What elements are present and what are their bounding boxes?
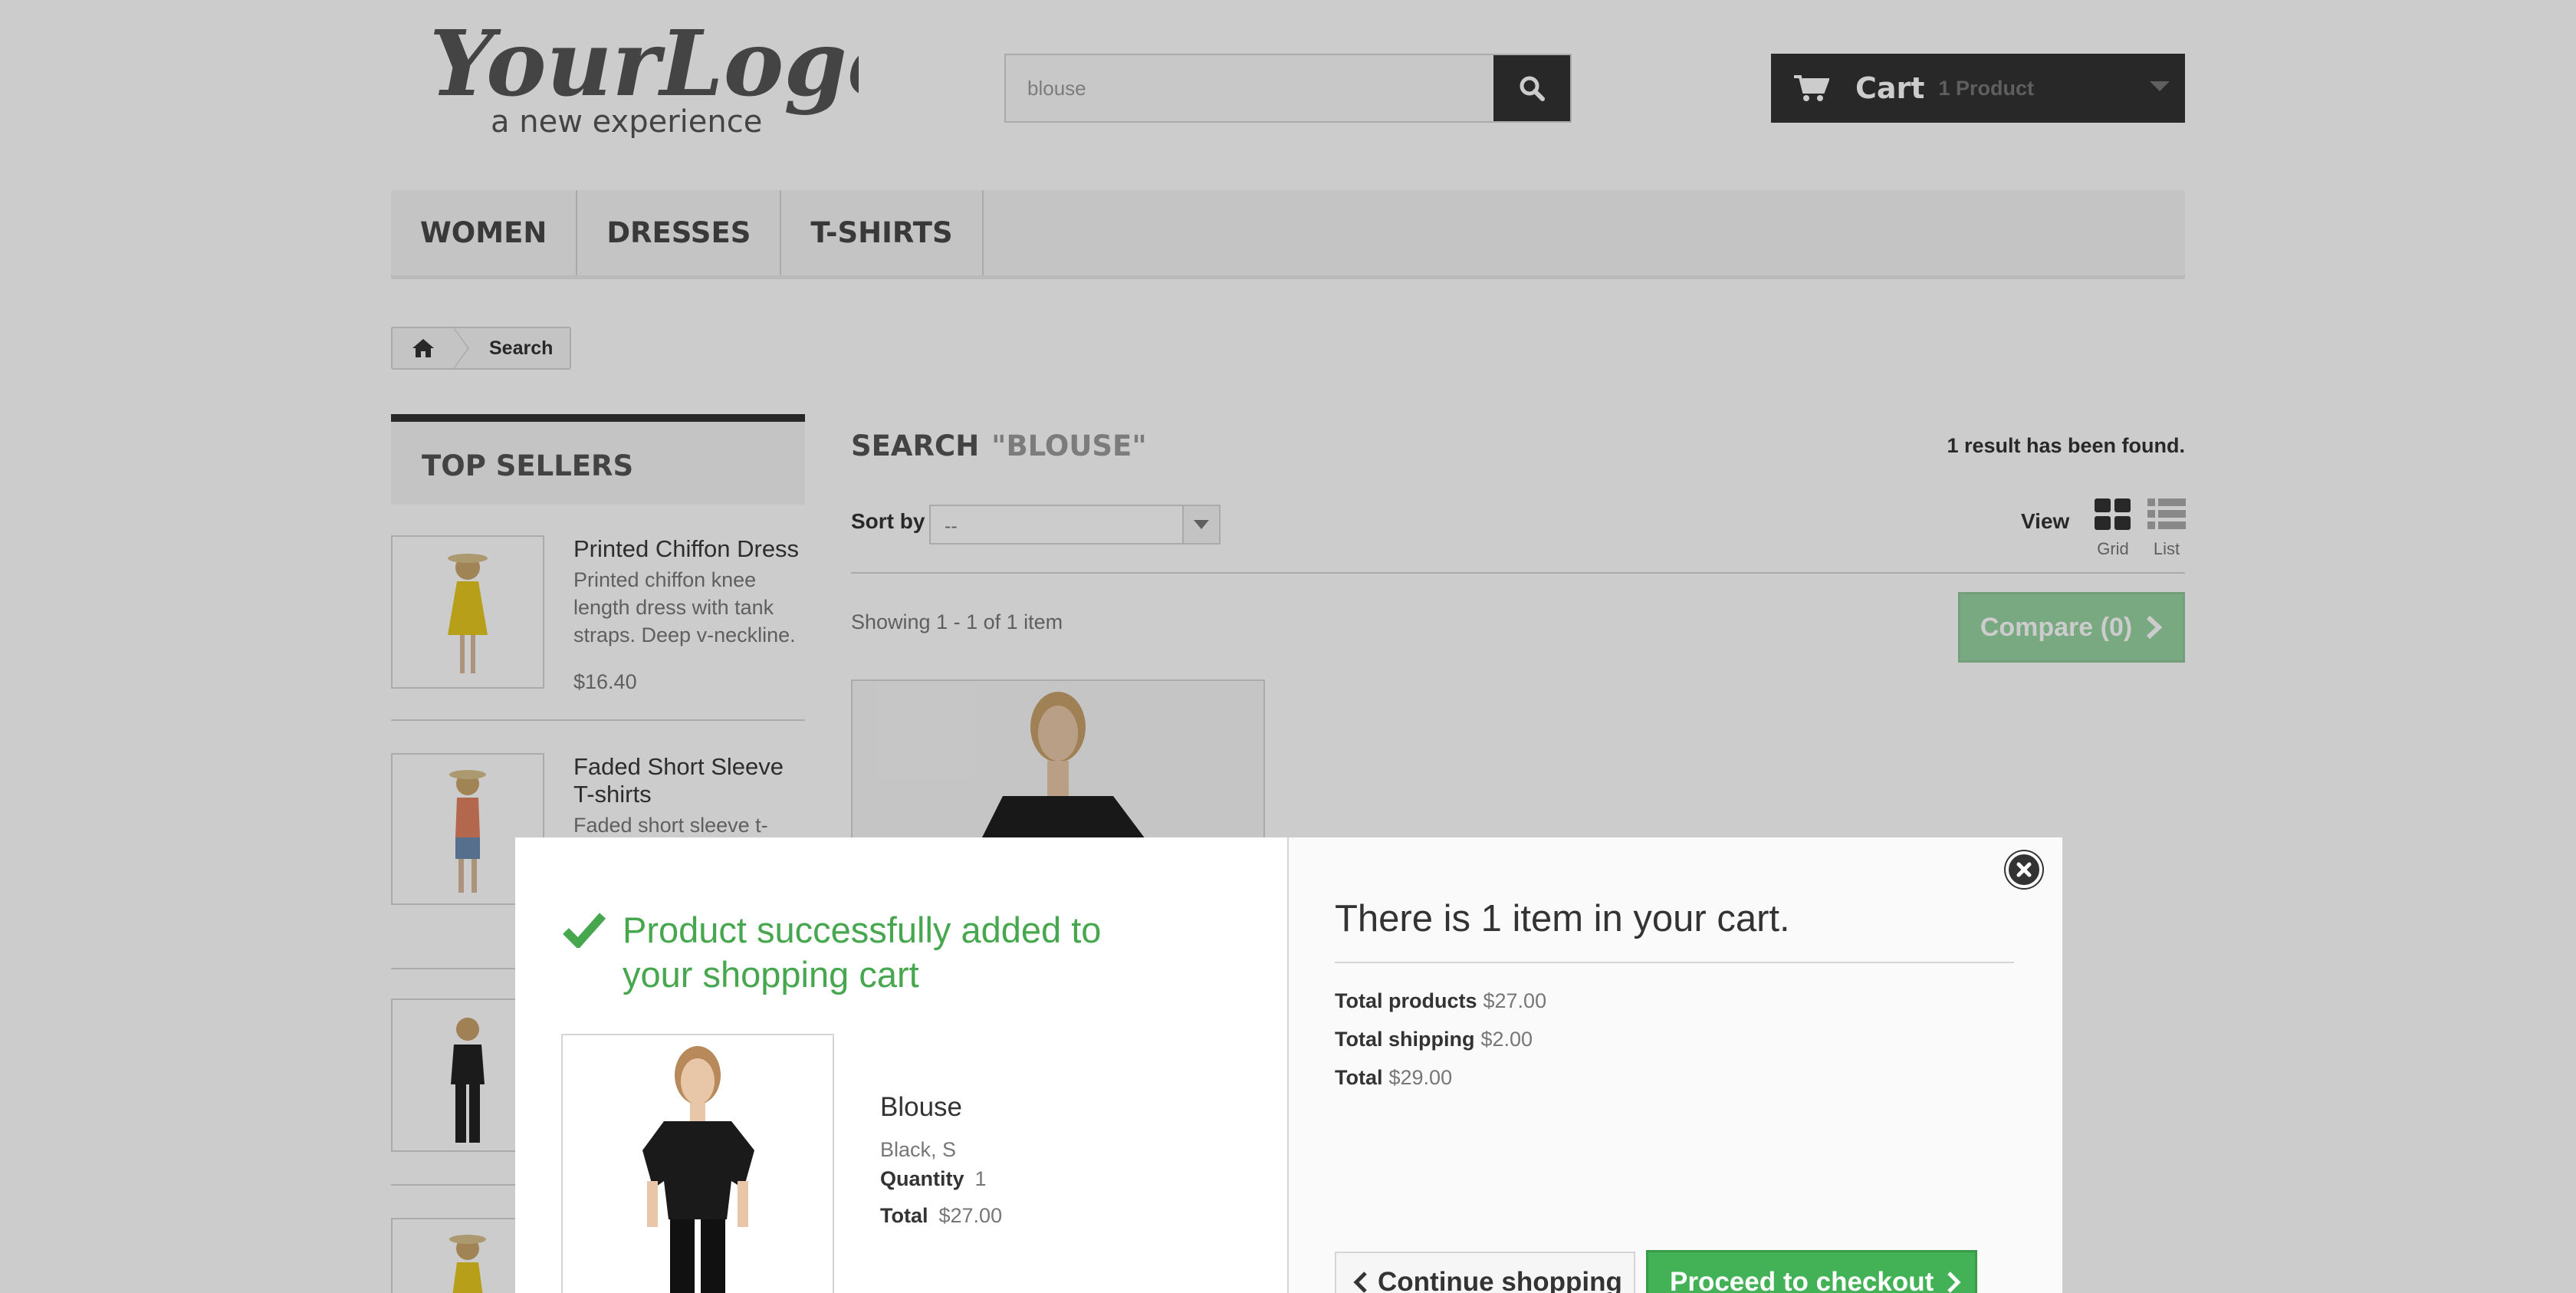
modal-quantity: Quantity 1 [880,1167,987,1191]
success-message: Product successfully added to your shopp… [563,908,1159,997]
cart-summary-heading: There is 1 item in your cart. [1335,898,1790,939]
modal-product-attributes: Black, S [880,1138,957,1161]
total-products: Total products $27.00 [1335,989,1546,1013]
close-icon [2016,862,2032,877]
line-total-label: Total [880,1204,928,1227]
modal-product-name: Blouse [880,1092,963,1122]
modal-product-panel: Product successfully added to your shopp… [515,837,1289,1293]
line-total-value: $27.00 [938,1204,1003,1227]
total-shipping-value: $2.00 [1480,1028,1533,1051]
close-button[interactable] [2006,851,2042,888]
add-to-cart-modal: Product successfully added to your shopp… [515,837,2062,1293]
success-text: Product successfully added to your shopp… [623,910,1102,995]
quantity-value: 1 [974,1167,987,1190]
continue-shopping-button[interactable]: Continue shopping [1335,1252,1635,1293]
divider [1335,962,2014,963]
modal-line-total: Total $27.00 [880,1204,1002,1228]
check-icon [563,913,606,948]
grand-total: Total $29.00 [1335,1066,1452,1090]
chevron-right-icon [1947,1272,1961,1293]
continue-shopping-label: Continue shopping [1378,1267,1622,1293]
checkout-label: Proceed to checkout [1670,1267,1934,1293]
total-shipping-label: Total shipping [1335,1028,1475,1051]
grand-total-label: Total [1335,1066,1383,1089]
total-shipping: Total shipping $2.00 [1335,1028,1533,1051]
modal-cart-panel: There is 1 item in your cart. Total prod… [1289,837,2062,1293]
proceed-to-checkout-button[interactable]: Proceed to checkout [1646,1250,1977,1293]
chevron-left-icon [1353,1272,1367,1293]
total-products-label: Total products [1335,989,1477,1012]
modal-product-image [561,1034,834,1293]
grand-total-value: $29.00 [1388,1066,1453,1089]
quantity-label: Quantity [880,1167,964,1190]
total-products-value: $27.00 [1483,989,1547,1012]
